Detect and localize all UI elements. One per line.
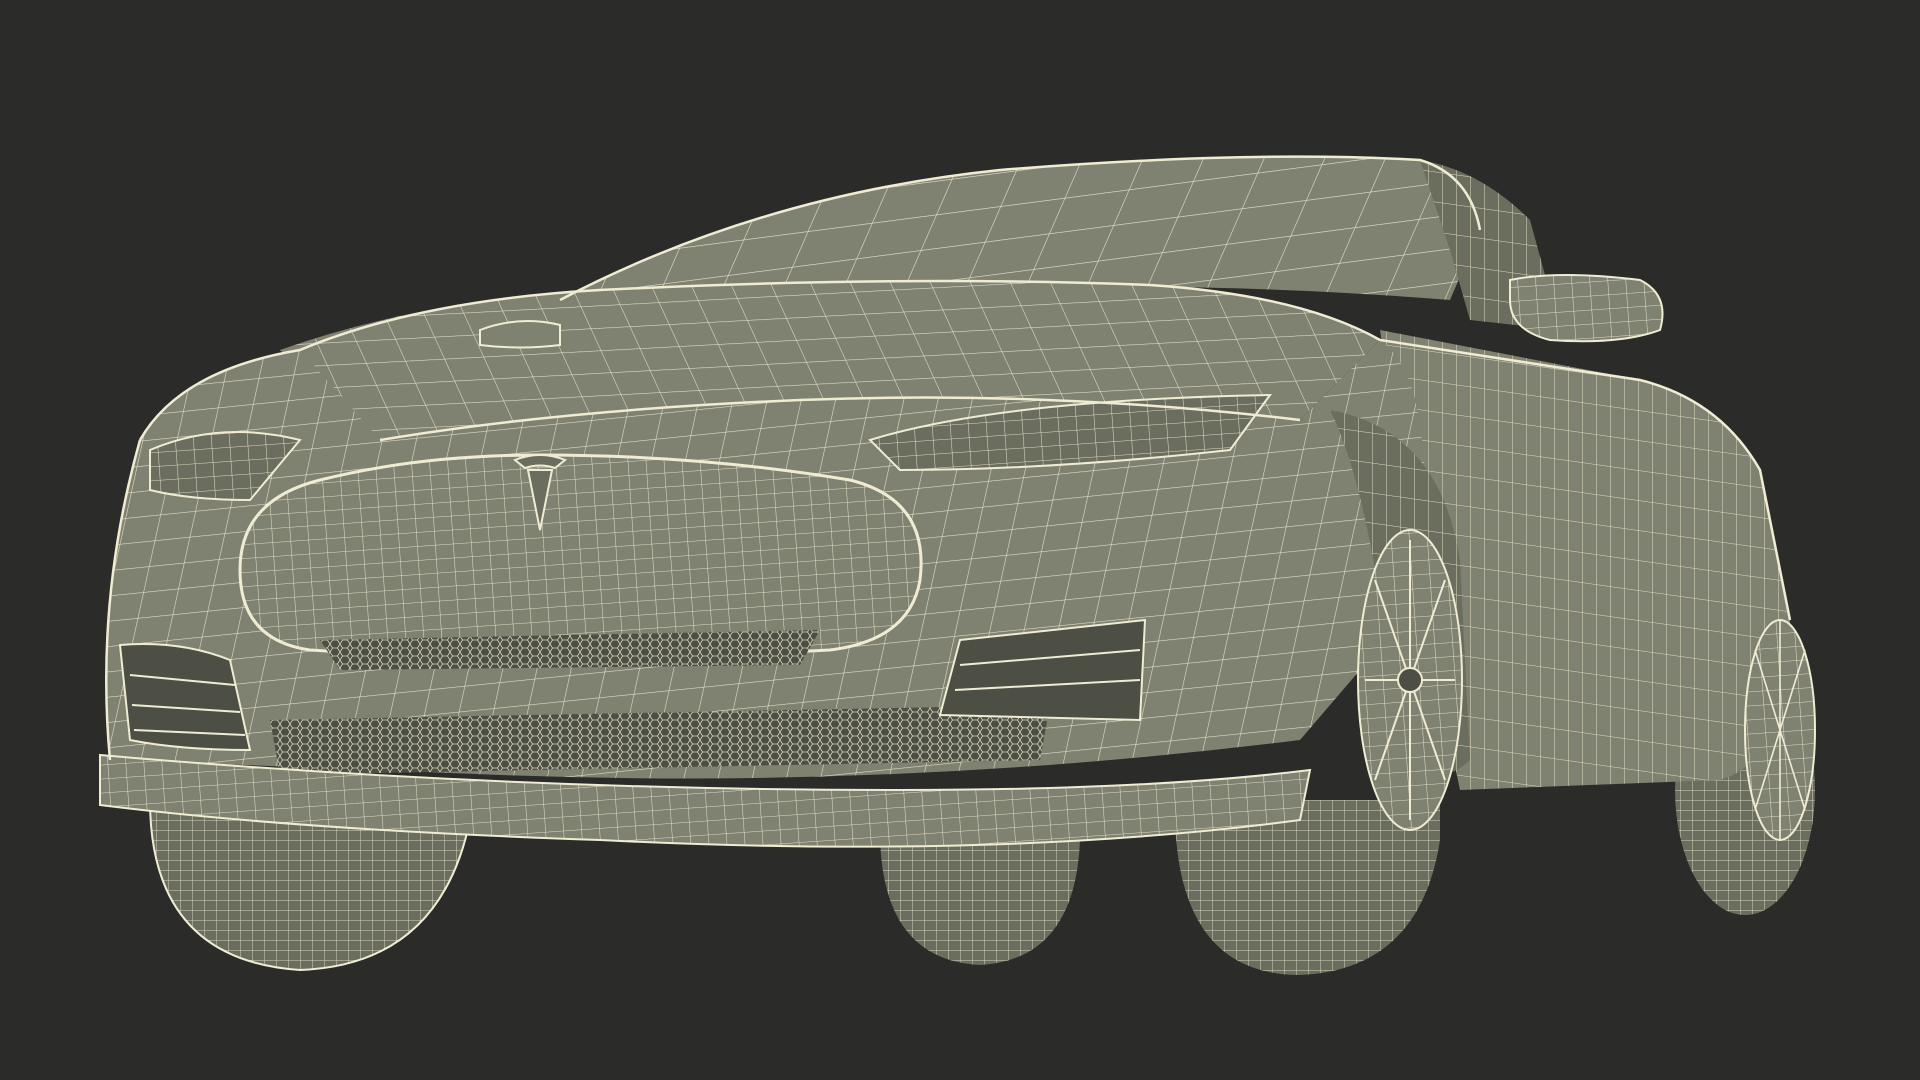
rear-wheel-rim <box>1744 619 1816 841</box>
wireframe-car-render <box>99 155 1816 975</box>
render-viewport <box>0 0 1920 1080</box>
side-mirror <box>1509 274 1664 343</box>
car-body <box>99 156 1790 848</box>
